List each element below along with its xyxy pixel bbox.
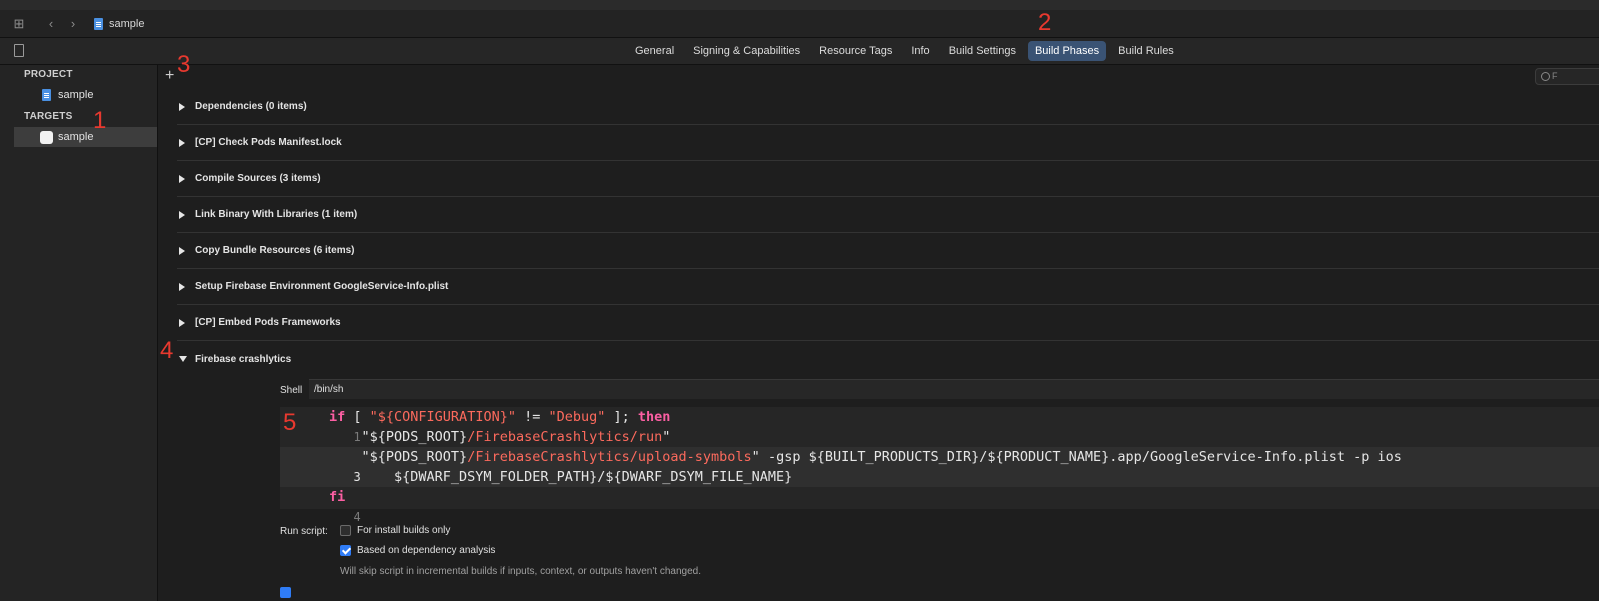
phase-label: Dependencies (0 items): [195, 101, 307, 112]
tab-build-phases[interactable]: Build Phases: [1027, 41, 1107, 61]
phase-check-pods-manifest[interactable]: [CP] Check Pods Manifest.lock: [177, 125, 1599, 161]
dependency-analysis-label: Based on dependency analysis: [357, 545, 496, 556]
disclosure-triangle-icon[interactable]: [179, 282, 185, 291]
code-text: "${PODS_ROOT}/FirebaseCrashlytics/run": [361, 429, 671, 445]
editor-tab-bar: General Signing & Capabilities Resource …: [0, 38, 1599, 65]
sidebar-item-target[interactable]: sample: [14, 127, 157, 147]
toolbar: ⊞ ‹ › sample: [0, 10, 1599, 38]
disclosure-triangle-icon[interactable]: [179, 210, 185, 219]
project-item-label: sample: [58, 89, 94, 101]
code-line: 1 if [ "${CONFIGURATION}" != "Debug" ]; …: [280, 407, 1599, 444]
shell-input[interactable]: /bin/sh: [309, 379, 1599, 399]
annotation-1: 1: [93, 107, 107, 134]
disclosure-triangle-icon[interactable]: [179, 138, 185, 147]
phase-label: Link Binary With Libraries (1 item): [195, 209, 358, 220]
partial-checkbox[interactable]: [280, 587, 291, 598]
disclosure-triangle-icon[interactable]: [179, 174, 185, 183]
phase-copy-bundle-resources[interactable]: Copy Bundle Resources (6 items): [177, 233, 1599, 269]
filter-field[interactable]: F: [1535, 68, 1599, 85]
sidebar-toggle-icon[interactable]: [14, 44, 24, 57]
phase-dependencies[interactable]: Dependencies (0 items): [177, 89, 1599, 125]
sidebar-item-project[interactable]: sample: [14, 85, 157, 105]
window-title[interactable]: sample: [109, 18, 144, 30]
project-section-header: PROJECT: [24, 69, 73, 80]
window-top-strip: [0, 0, 1599, 10]
disclosure-triangle-open-icon[interactable]: [179, 356, 187, 362]
back-arrow-icon[interactable]: ‹: [42, 15, 60, 33]
phase-link-binary[interactable]: Link Binary With Libraries (1 item): [177, 197, 1599, 233]
add-phase-button[interactable]: +: [165, 68, 174, 84]
tabs: General Signing & Capabilities Resource …: [628, 41, 1186, 61]
install-builds-label: For install builds only: [357, 525, 451, 536]
code-line: 4 fi: [280, 487, 1599, 524]
annotation-2: 2: [1038, 9, 1052, 36]
dependency-analysis-option[interactable]: Based on dependency analysis: [340, 545, 495, 556]
code-line: 2 "${PODS_ROOT}/FirebaseCrashlytics/run": [280, 427, 1599, 464]
phase-label: Firebase crashlytics: [195, 353, 292, 365]
build-phases-editor: + F Dependencies (0 items) [CP] Check Po…: [93, 11, 1599, 601]
project-file-icon: [42, 89, 51, 101]
phase-compile-sources[interactable]: Compile Sources (3 items): [177, 161, 1599, 197]
install-builds-checkbox[interactable]: [340, 525, 351, 536]
grid-icon[interactable]: ⊞: [10, 15, 28, 33]
phase-label: Copy Bundle Resources (6 items): [195, 245, 355, 256]
script-editor[interactable]: 1 if [ "${CONFIGURATION}" != "Debug" ]; …: [280, 407, 1599, 524]
filter-icon: [1541, 72, 1550, 82]
code-line-current: 3 "${PODS_ROOT}/FirebaseCrashlytics/uplo…: [280, 447, 1599, 487]
phase-label: Setup Firebase Environment GoogleService…: [195, 281, 449, 292]
phase-label: [CP] Check Pods Manifest.lock: [195, 137, 342, 148]
tab-general[interactable]: General: [628, 41, 681, 61]
annotation-5: 5: [283, 409, 297, 436]
shell-label: Shell: [280, 385, 303, 396]
project-sidebar: PROJECT sample TARGETS sample: [0, 65, 158, 601]
forward-arrow-icon[interactable]: ›: [64, 15, 82, 33]
code-text: fi: [329, 489, 346, 505]
code-text-wrapped: ${DWARF_DSYM_FOLDER_PATH}/${DWARF_DSYM_F…: [329, 469, 793, 485]
phase-label: [CP] Embed Pods Frameworks: [195, 317, 341, 328]
tab-build-rules[interactable]: Build Rules: [1111, 41, 1181, 61]
targets-section-header: TARGETS: [24, 111, 73, 122]
disclosure-triangle-icon[interactable]: [179, 318, 185, 327]
tab-build-settings[interactable]: Build Settings: [942, 41, 1023, 61]
phase-embed-pods-frameworks[interactable]: [CP] Embed Pods Frameworks: [177, 305, 1599, 341]
code-text: if [ "${CONFIGURATION}" != "Debug" ]; th…: [329, 409, 671, 425]
install-builds-only-option[interactable]: For install builds only: [340, 525, 450, 536]
target-item-label: sample: [58, 131, 94, 143]
dependency-analysis-checkbox[interactable]: [340, 545, 351, 556]
file-icon: [94, 17, 103, 30]
tab-signing-capabilities[interactable]: Signing & Capabilities: [686, 41, 807, 61]
annotation-4: 4: [160, 337, 174, 364]
dependency-hint: Will skip script in incremental builds i…: [340, 566, 701, 577]
tab-resource-tags[interactable]: Resource Tags: [812, 41, 899, 61]
phase-firebase-crashlytics[interactable]: Firebase crashlytics: [177, 341, 1599, 377]
line-number: 4: [353, 510, 361, 524]
phase-label: Compile Sources (3 items): [195, 173, 321, 184]
tab-info[interactable]: Info: [904, 41, 936, 61]
disclosure-triangle-icon[interactable]: [179, 246, 185, 255]
code-text: "${PODS_ROOT}/FirebaseCrashlytics/upload…: [361, 449, 1402, 465]
app-target-icon: [40, 130, 53, 144]
disclosure-triangle-icon[interactable]: [179, 102, 185, 111]
annotation-3: 3: [177, 51, 191, 78]
run-script-label: Run script:: [280, 526, 328, 537]
phase-setup-firebase[interactable]: Setup Firebase Environment GoogleService…: [177, 269, 1599, 305]
